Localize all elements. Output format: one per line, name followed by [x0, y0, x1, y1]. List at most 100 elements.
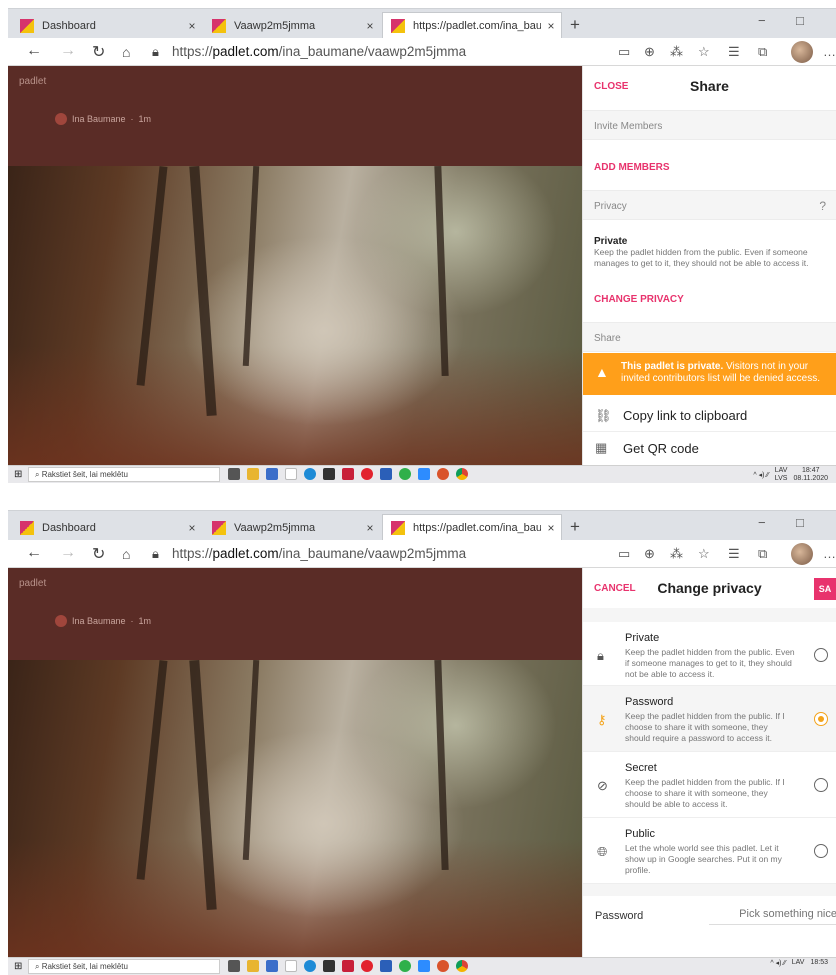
opera-icon[interactable] [361, 468, 373, 480]
app-orange-icon[interactable] [437, 960, 449, 972]
qr-code-icon: ▦ [595, 440, 608, 455]
document-icon[interactable] [285, 960, 297, 972]
taskbar-search[interactable]: ⌕ Rakstiet šeit, lai meklētu [28, 467, 220, 482]
qr-code-button[interactable]: ▦ Get QR code [583, 432, 836, 464]
url-field[interactable]: https://padlet.com/ina_baumane/vaawp2m5j… [172, 44, 466, 59]
radio-public[interactable] [814, 844, 828, 858]
back-arrow-icon[interactable]: ← [26, 42, 42, 60]
favorites-list-icon[interactable]: ☰ [728, 546, 740, 562]
minimize-button[interactable]: − [758, 515, 766, 530]
collections-icon[interactable]: ⧉ [758, 546, 767, 562]
privacy-value: Private [594, 236, 628, 247]
tab-vaawp2m5jmma[interactable]: Vaawp2m5jmma × [204, 514, 380, 541]
privacy-option-password[interactable]: ⚷ Password Keep the padlet hidden from t… [583, 686, 836, 752]
tab-close-icon[interactable]: × [541, 19, 561, 33]
tab-close-icon[interactable]: × [541, 521, 561, 535]
briefcase-icon[interactable] [323, 960, 335, 972]
tab-close-icon[interactable]: × [182, 521, 202, 535]
briefcase-icon[interactable] [323, 468, 335, 480]
word-icon[interactable] [380, 960, 392, 972]
task-view-icon[interactable] [228, 468, 240, 480]
add-members-button[interactable]: ADD MEMBERS [594, 162, 670, 173]
tray-icons[interactable]: ^ ◂) ⁄⁄ [753, 471, 768, 479]
more-icon[interactable]: … [823, 546, 836, 561]
favorite-star-icon[interactable]: ☆ [698, 44, 710, 60]
whatsapp-icon[interactable] [399, 468, 411, 480]
tab-padlet-url[interactable]: https://padlet.com/ina_baumane × [382, 12, 562, 39]
file-explorer-icon[interactable] [247, 468, 259, 480]
home-icon[interactable]: ⌂ [122, 546, 130, 562]
zoom-icon[interactable]: ⊕ [644, 546, 655, 562]
url-field[interactable]: https://padlet.com/ina_baumane/vaawp2m5j… [172, 546, 466, 561]
tab-dashboard[interactable]: Dashboard × [12, 12, 202, 39]
change-privacy-button[interactable]: CHANGE PRIVACY [594, 294, 684, 305]
translate-icon[interactable]: ⁂ [670, 44, 683, 60]
maximize-button[interactable]: □ [796, 13, 804, 28]
forward-arrow-icon[interactable]: → [60, 42, 76, 60]
tray-icons[interactable]: ^ ◂) ⁄⁄ [770, 959, 785, 967]
whatsapp-icon[interactable] [399, 960, 411, 972]
favorite-star-icon[interactable]: ☆ [698, 546, 710, 562]
new-tab-button[interactable]: + [570, 15, 580, 35]
translate-icon[interactable]: ⁂ [670, 546, 683, 562]
clock[interactable]: 18:53 [810, 959, 828, 967]
profile-avatar[interactable] [791, 543, 813, 565]
favorites-list-icon[interactable]: ☰ [728, 44, 740, 60]
privacy-option-public[interactable]: 🌐︎ Public Let the whole world see this p… [583, 818, 836, 884]
app-red-icon[interactable] [342, 960, 354, 972]
padlet-logo[interactable]: padlet [19, 578, 46, 589]
minimize-button[interactable]: − [758, 13, 766, 28]
store-icon[interactable] [266, 960, 278, 972]
privacy-option-secret[interactable]: ⊘ Secret Keep the padlet hidden from the… [583, 752, 836, 818]
language-indicator[interactable]: LAV LVS [775, 467, 788, 483]
tab-vaawp2m5jmma[interactable]: Vaawp2m5jmma × [204, 12, 380, 39]
save-button[interactable]: SA [814, 578, 836, 600]
clock[interactable]: 18:47 08.11.2020 [793, 467, 828, 483]
zoom-app-icon[interactable] [418, 468, 430, 480]
home-icon[interactable]: ⌂ [122, 44, 130, 60]
reading-view-icon[interactable]: ▭ [618, 546, 630, 562]
new-tab-button[interactable]: + [570, 517, 580, 537]
tab-close-icon[interactable]: × [360, 521, 380, 535]
back-arrow-icon[interactable]: ← [26, 544, 42, 562]
padlet-logo[interactable]: padlet [19, 76, 46, 87]
edge-icon[interactable] [304, 960, 316, 972]
document-icon[interactable] [285, 468, 297, 480]
forward-arrow-icon[interactable]: → [60, 544, 76, 562]
zoom-icon[interactable]: ⊕ [644, 44, 655, 60]
opera-icon[interactable] [361, 960, 373, 972]
padlet-favicon-icon [20, 18, 34, 33]
word-icon[interactable] [380, 468, 392, 480]
app-red-icon[interactable] [342, 468, 354, 480]
language-indicator[interactable]: LAV [792, 959, 805, 967]
refresh-icon[interactable]: ↻ [92, 544, 105, 564]
radio-password[interactable] [814, 712, 828, 726]
store-icon[interactable] [266, 468, 278, 480]
radio-secret[interactable] [814, 778, 828, 792]
help-icon[interactable]: ? [819, 199, 826, 213]
refresh-icon[interactable]: ↻ [92, 42, 105, 62]
tab-close-icon[interactable]: × [182, 19, 202, 33]
maximize-button[interactable]: □ [796, 515, 804, 530]
radio-private[interactable] [814, 648, 828, 662]
chrome-icon[interactable] [456, 960, 468, 972]
more-icon[interactable]: … [823, 44, 836, 59]
chrome-icon[interactable] [456, 468, 468, 480]
copy-link-button[interactable]: ⛓ Copy link to clipboard [583, 400, 836, 432]
tab-close-icon[interactable]: × [360, 19, 380, 33]
reading-view-icon[interactable]: ▭ [618, 44, 630, 60]
app-orange-icon[interactable] [437, 468, 449, 480]
task-view-icon[interactable] [228, 960, 240, 972]
edge-icon[interactable] [304, 468, 316, 480]
profile-avatar[interactable] [791, 41, 813, 63]
taskbar-search[interactable]: ⌕ Rakstiet šeit, lai meklētu [28, 959, 220, 974]
tab-dashboard[interactable]: Dashboard × [12, 514, 202, 541]
privacy-option-private[interactable]: 🔒︎ Private Keep the padlet hidden from t… [583, 622, 836, 686]
zoom-app-icon[interactable] [418, 960, 430, 972]
collections-icon[interactable]: ⧉ [758, 44, 767, 60]
password-input[interactable] [709, 904, 836, 925]
file-explorer-icon[interactable] [247, 960, 259, 972]
windows-start-icon[interactable]: ⊞ [14, 469, 22, 480]
windows-start-icon[interactable]: ⊞ [14, 961, 22, 972]
tab-padlet-url[interactable]: https://padlet.com/ina_baumane × [382, 514, 562, 541]
